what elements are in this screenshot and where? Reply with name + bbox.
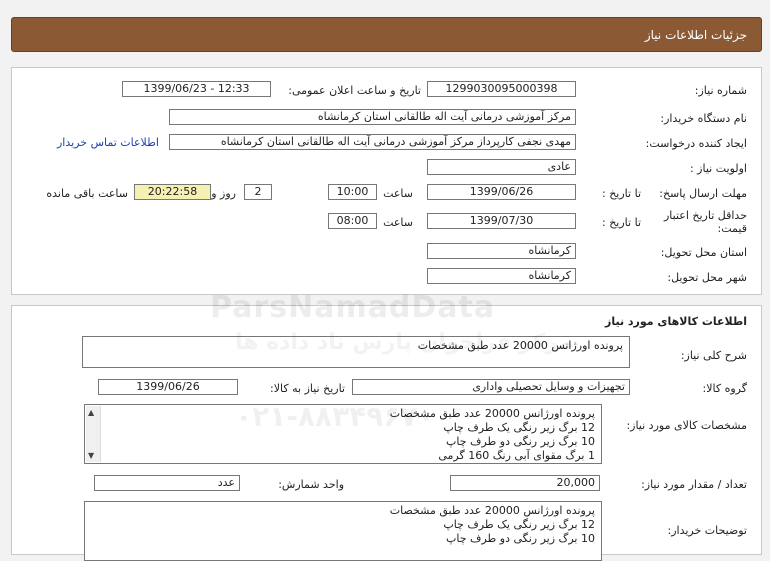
need-date-label: تاریخ نیاز به کالا: [270, 382, 345, 395]
qty-label: تعداد / مقدار مورد نیاز: [641, 478, 747, 491]
need-info-panel: شماره نیاز: 1299030095000398 تاریخ و ساع… [11, 67, 762, 295]
qty-field: 20,000 [450, 475, 600, 491]
summary-label: شرح کلی نیاز: [680, 349, 747, 362]
watermark-brand: ParsNamadData [210, 290, 496, 325]
specs-scrollbar[interactable]: ▲ ▼ [86, 406, 101, 462]
days-label: روز و [211, 187, 236, 200]
unit-field: عدد [94, 475, 240, 491]
group-label: گروه کالا: [702, 382, 747, 395]
province-field: کرمانشاه [427, 243, 576, 259]
buyer-field: مرکز آموزشی درمانی آیت اله طالقانی استان… [169, 109, 576, 125]
validity-label-2: قیمت: [717, 222, 747, 235]
specs-line: 10 برگ زیر رنگی دو طرف چاپ [446, 435, 595, 448]
unit-label: واحد شمارش: [278, 478, 344, 491]
page-title: جزئیات اطلاعات نیاز [644, 28, 747, 42]
scroll-up-icon[interactable]: ▲ [88, 408, 94, 417]
specs-line: 1 برگ مقوای آبی رنگ 160 گرمی [438, 449, 595, 462]
buyer-notes-label: توضیحات خریدار: [667, 524, 748, 537]
buyer-label: نام دستگاه خریدار: [660, 112, 747, 125]
creator-label: ایجاد کننده درخواست: [645, 137, 747, 150]
deadline-to-date-label: تا تاریخ : [602, 187, 641, 200]
notes-line: پرونده اورژانس 20000 عدد طبق مشخصات [389, 504, 595, 517]
remaining-time-field: 20:22:58 [134, 184, 211, 200]
deadline-time-label: ساعت [383, 187, 413, 200]
creator-field: مهدی نجفی کارپرداز مرکز آموزشی درمانی آی… [169, 134, 576, 150]
deadline-label: مهلت ارسال پاسخ: [659, 187, 747, 200]
need-number-label: شماره نیاز: [694, 84, 747, 97]
watermark-slogan: مرکز فراخوان پارس ناد داده ها [235, 330, 573, 355]
notes-line: 10 برگ زیر رنگی دو طرف چاپ [446, 532, 595, 545]
priority-field: عادی [427, 159, 576, 175]
announce-field: 1399/06/23 - 12:33 [122, 81, 271, 97]
days-remaining-field: 2 [244, 184, 272, 200]
notes-line: 12 برگ زیر رنگی یک طرف چاپ [443, 518, 595, 531]
need-number-field: 1299030095000398 [427, 81, 576, 97]
validity-time-field: 08:00 [328, 213, 377, 229]
validity-time-label: ساعت [383, 216, 413, 229]
watermark-phone: ۰۲۱-۸۸۳۴۹۶۷۰ [235, 400, 435, 433]
city-label: شهر محل تحویل: [667, 271, 747, 284]
validity-to-date-label: تا تاریخ : [602, 216, 641, 229]
buyer-contact-link[interactable]: اطلاعات تماس خریدار [57, 136, 159, 149]
validity-label: حداقل تاریخ اعتبار [663, 209, 747, 222]
announce-label: تاریخ و ساعت اعلان عمومی: [288, 84, 421, 97]
province-label: استان محل تحویل: [660, 246, 747, 259]
specs-label: مشخصات کالای مورد نیاز: [626, 419, 747, 432]
priority-label: اولویت نیاز : [689, 162, 747, 175]
validity-date-field: 1399/07/30 [427, 213, 576, 229]
goods-section-title: اطلاعات کالاهای مورد نیاز [605, 315, 747, 328]
scroll-down-icon[interactable]: ▼ [88, 451, 94, 460]
remaining-label: ساعت باقی مانده [46, 187, 128, 200]
group-field: تجهیزات و وسایل تحصیلی واداری [352, 379, 630, 395]
page-header: جزئیات اطلاعات نیاز [11, 17, 762, 52]
need-date-field: 1399/06/26 [98, 379, 238, 395]
deadline-time-field: 10:00 [328, 184, 377, 200]
buyer-notes-textarea[interactable]: پرونده اورژانس 20000 عدد طبق مشخصات 12 بر… [84, 501, 602, 561]
deadline-date-field: 1399/06/26 [427, 184, 576, 200]
city-field: کرمانشاه [427, 268, 576, 284]
